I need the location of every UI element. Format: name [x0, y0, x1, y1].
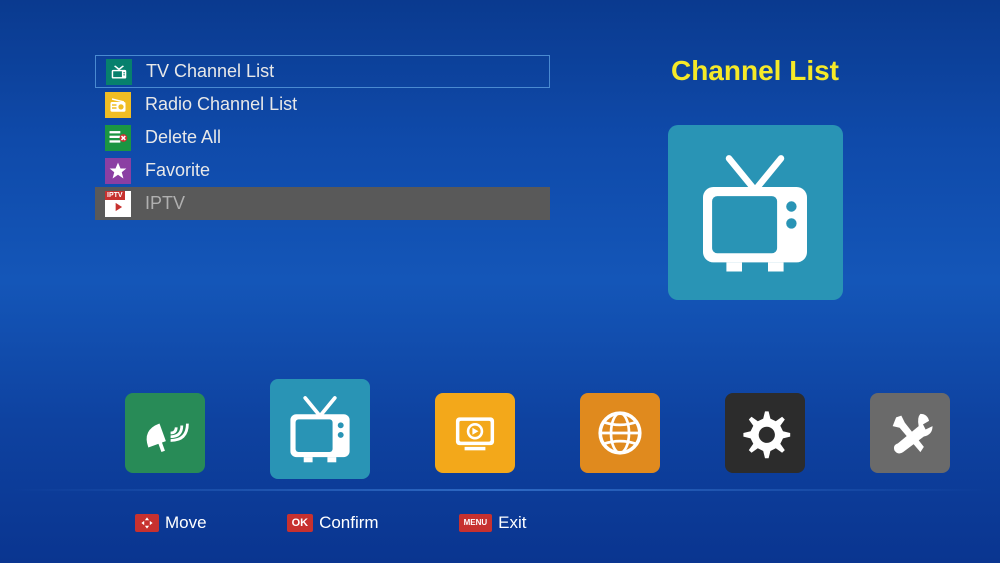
hint-confirm: OK Confirm: [287, 513, 379, 533]
toolbar-channel[interactable]: [270, 379, 370, 479]
menu-label: IPTV: [145, 193, 185, 214]
toolbar-media[interactable]: [435, 393, 515, 473]
divider: [10, 489, 990, 491]
title-area: Channel List: [605, 55, 905, 300]
hint-move: Move: [135, 513, 207, 533]
menu-label: Radio Channel List: [145, 94, 297, 115]
radio-icon: [105, 92, 131, 118]
star-icon: [105, 158, 131, 184]
tv-icon: [106, 59, 132, 85]
hint-label: Exit: [498, 513, 526, 533]
menu-item-delete-all[interactable]: Delete All: [95, 121, 550, 154]
menu-label: Delete All: [145, 127, 221, 148]
hint-label: Confirm: [319, 513, 379, 533]
page-title: Channel List: [605, 55, 905, 87]
menu-label: Favorite: [145, 160, 210, 181]
preview-tile: [668, 125, 843, 300]
menu-badge: MENU: [459, 514, 493, 532]
toolbar-tools[interactable]: [870, 393, 950, 473]
hint-label: Move: [165, 513, 207, 533]
bottom-toolbar: [125, 379, 905, 473]
menu-item-radio-channel-list[interactable]: Radio Channel List: [95, 88, 550, 121]
toolbar-settings[interactable]: [725, 393, 805, 473]
menu-list: TV Channel List Radio Channel List Delet…: [95, 55, 550, 220]
toolbar-network[interactable]: [580, 393, 660, 473]
hint-bar: Move OK Confirm MENU Exit: [135, 513, 527, 533]
ok-badge: OK: [287, 514, 314, 532]
tv-large-icon: [690, 148, 820, 278]
menu-item-tv-channel-list[interactable]: TV Channel List: [95, 55, 550, 88]
menu-item-iptv[interactable]: IPTV IPTV: [95, 187, 550, 220]
toolbar-satellite[interactable]: [125, 393, 205, 473]
dpad-icon: [135, 514, 159, 532]
menu-label: TV Channel List: [146, 61, 274, 82]
menu-item-favorite[interactable]: Favorite: [95, 154, 550, 187]
hint-exit: MENU Exit: [459, 513, 527, 533]
iptv-icon: IPTV: [105, 191, 131, 217]
delete-icon: [105, 125, 131, 151]
